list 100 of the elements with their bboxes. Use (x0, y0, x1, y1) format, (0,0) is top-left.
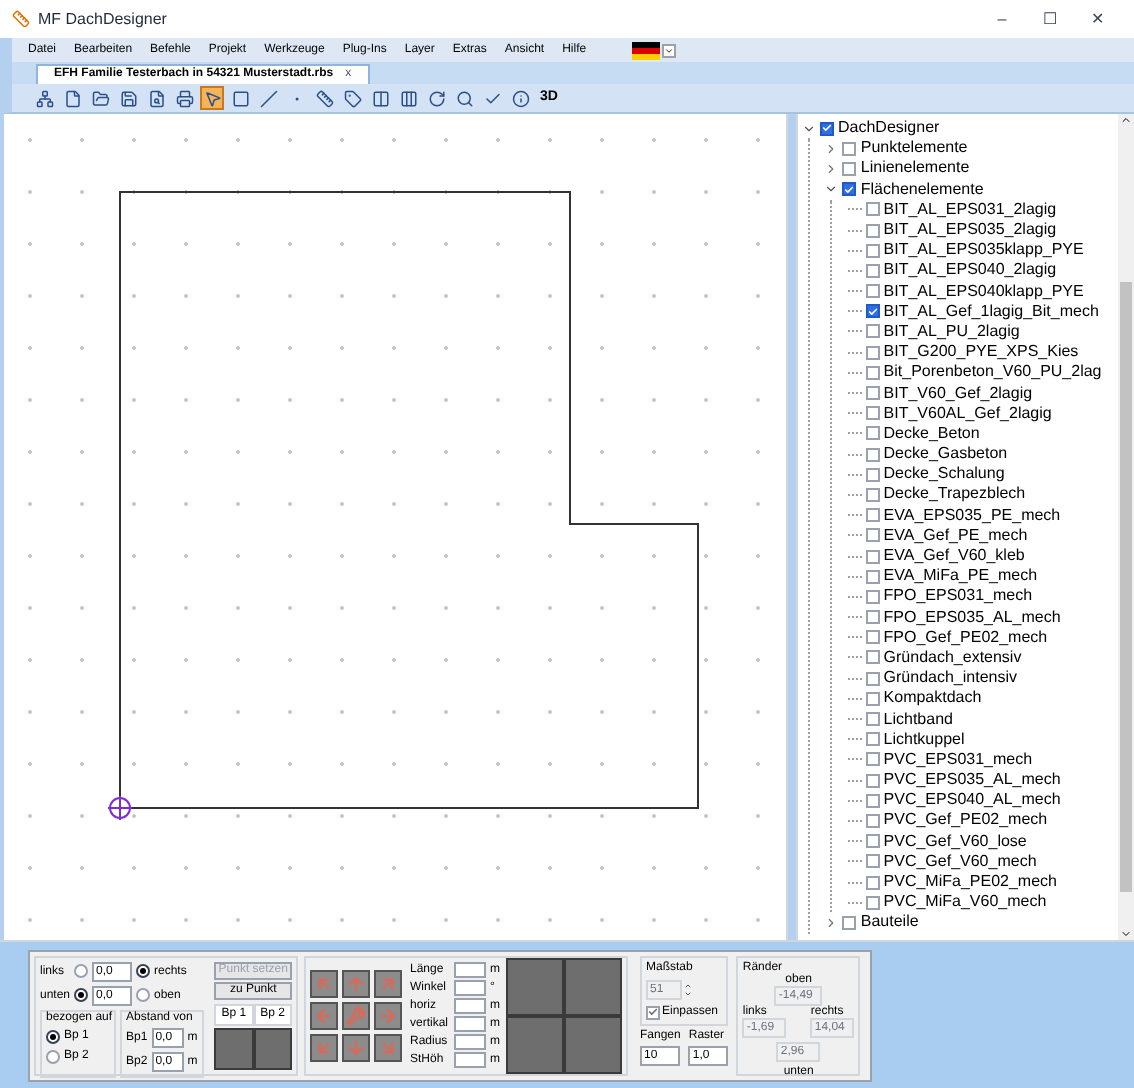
toolbar-button[interactable] (256, 86, 280, 110)
tree-item[interactable]: Decke_Schalung (883, 466, 1005, 483)
close-button[interactable]: ✕ (1074, 7, 1122, 31)
tree-item[interactable]: Linienelemente (860, 160, 970, 177)
checkbox[interactable] (865, 854, 880, 869)
toolbar-button[interactable] (368, 86, 392, 110)
tree-item[interactable]: Decke_Gasbeton (883, 446, 1008, 463)
checkbox[interactable] (865, 752, 880, 767)
checkbox[interactable] (842, 141, 857, 156)
checkbox[interactable] (646, 1005, 660, 1019)
tree-item[interactable]: Flächenelemente (860, 181, 984, 198)
minimize-button[interactable]: – (978, 7, 1026, 31)
checkbox[interactable] (842, 182, 857, 197)
checkbox[interactable] (865, 406, 880, 421)
checkbox[interactable] (865, 284, 880, 299)
move-button[interactable] (310, 1033, 338, 1061)
tree-item[interactable]: BIT_AL_EPS040_2lagig (883, 262, 1057, 279)
checkbox[interactable] (865, 263, 880, 278)
tree-item[interactable]: BIT_AL_PU_2lagig (883, 323, 1020, 340)
tree-item[interactable]: Gründach_intensiv (883, 670, 1017, 687)
tree-item[interactable]: PVC_EPS035_AL_mech (883, 772, 1061, 789)
input-field[interactable] (454, 962, 486, 978)
checkbox[interactable] (865, 875, 880, 890)
checkbox[interactable] (865, 630, 880, 645)
expand-icon[interactable] (824, 141, 839, 156)
move-button[interactable] (374, 969, 402, 997)
move-button[interactable] (342, 969, 370, 997)
tree-item[interactable]: BIT_AL_EPS031_2lagig (883, 201, 1057, 218)
tree-item[interactable]: Gründach_extensiv (883, 649, 1022, 666)
dropdown-icon[interactable] (662, 43, 677, 57)
toolbar-button[interactable] (452, 86, 476, 110)
tree-item[interactable]: Bit_Porenbeton_V60_PU_2lag (883, 364, 1102, 381)
tree-item[interactable]: BIT_AL_EPS040klapp_PYE (883, 283, 1084, 300)
radio-button[interactable] (136, 988, 150, 1002)
checkbox[interactable] (865, 365, 880, 380)
tree-item[interactable]: BIT_G200_PYE_XPS_Kies (883, 344, 1079, 361)
checkbox[interactable] (820, 121, 834, 136)
tree-item[interactable]: FPO_EPS031_mech (883, 588, 1033, 605)
checkbox[interactable] (865, 895, 880, 910)
tree-item[interactable]: PVC_EPS031_mech (883, 751, 1033, 768)
expand-icon[interactable] (824, 161, 839, 176)
tree-item[interactable]: Lichtband (883, 711, 953, 728)
checkbox[interactable] (865, 793, 880, 808)
checkbox[interactable] (865, 508, 880, 523)
checkbox[interactable] (865, 467, 880, 482)
toolbar-button[interactable] (340, 86, 364, 110)
radio-button[interactable] (74, 988, 88, 1002)
toolbar-button[interactable] (424, 86, 448, 110)
move-button[interactable] (342, 1033, 370, 1061)
checkbox[interactable] (865, 712, 880, 727)
tree-item[interactable]: EVA_Gef_V60_kleb (883, 548, 1025, 565)
toolbar-button[interactable] (396, 86, 420, 110)
tree-item[interactable]: PVC_MiFa_PE02_mech (883, 874, 1057, 891)
checkbox[interactable] (865, 528, 880, 543)
expand-icon[interactable] (824, 915, 839, 930)
tree-item[interactable]: EVA_EPS035_PE_mech (883, 507, 1061, 524)
input-field[interactable] (454, 980, 486, 996)
tree-item[interactable]: BIT_V60AL_Gef_2lagig (883, 405, 1052, 422)
tree-item[interactable]: FPO_Gef_PE02_mech (883, 629, 1048, 646)
radio-button[interactable] (74, 964, 88, 978)
checkbox[interactable] (865, 243, 880, 258)
collapse-icon[interactable] (824, 182, 839, 197)
checkbox[interactable] (865, 447, 880, 462)
tree-item[interactable]: PVC_MiFa_V60_mech (883, 894, 1047, 911)
checkbox[interactable] (842, 915, 857, 930)
toolbar-button[interactable] (200, 86, 224, 110)
tree-item[interactable]: FPO_EPS035_AL_mech (883, 609, 1061, 626)
tree-item[interactable]: PVC_Gef_PE02_mech (883, 812, 1048, 829)
checkbox[interactable] (865, 610, 880, 625)
checkbox[interactable] (865, 773, 880, 788)
toolbar-button[interactable] (88, 86, 112, 110)
collapse-icon[interactable] (802, 121, 816, 136)
checkbox[interactable] (865, 671, 880, 686)
tree-item[interactable]: PVC_Gef_V60_mech (883, 853, 1037, 870)
checkbox[interactable] (865, 549, 880, 564)
checkbox[interactable] (865, 223, 880, 238)
radio-button[interactable] (136, 964, 150, 978)
toolbar-button[interactable] (60, 86, 84, 110)
checkbox[interactable] (865, 691, 880, 706)
scroll-down-icon[interactable] (1120, 928, 1132, 940)
tree-item[interactable]: Decke_Beton (883, 425, 980, 442)
tree-item[interactable]: Decke_Trapezblech (883, 486, 1026, 503)
scrollbar[interactable] (1118, 114, 1134, 940)
scroll-up-icon[interactable] (1120, 114, 1132, 126)
checkbox[interactable] (865, 426, 880, 441)
toolbar-button[interactable] (508, 86, 532, 110)
tree-item[interactable]: BIT_V60_Gef_2lagig (883, 385, 1033, 402)
checkbox[interactable] (865, 569, 880, 584)
checkbox[interactable] (865, 487, 880, 502)
checkbox[interactable] (865, 324, 880, 339)
tree-item[interactable]: Kompaktdach (883, 690, 982, 707)
move-button[interactable] (310, 1001, 338, 1029)
checkbox[interactable] (865, 834, 880, 849)
checkbox[interactable] (865, 386, 880, 401)
tree-item[interactable]: PVC_EPS040_AL_mech (883, 792, 1061, 809)
tree-item[interactable]: EVA_MiFa_PE_mech (883, 568, 1038, 585)
crosshair-icon[interactable] (107, 795, 133, 821)
checkbox[interactable] (865, 202, 880, 217)
input-field[interactable] (454, 1034, 486, 1050)
maximize-button[interactable]: ☐ (1026, 7, 1074, 31)
